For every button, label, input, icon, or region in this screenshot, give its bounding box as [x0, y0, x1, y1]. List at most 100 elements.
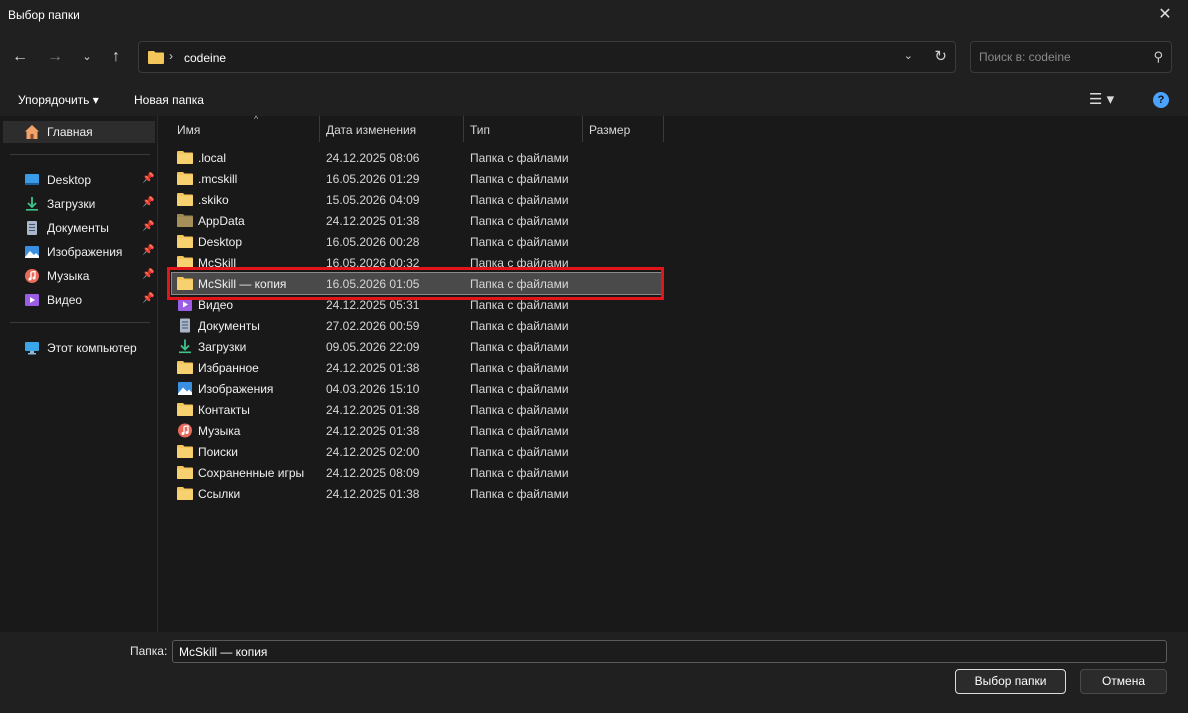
folder-icon — [177, 403, 193, 416]
sidebar-divider — [10, 322, 150, 323]
file-name: Избранное — [198, 361, 259, 375]
sidebar-item-desktop[interactable]: Desktop 📌 — [0, 169, 156, 191]
sidebar-item-label: Документы — [47, 221, 109, 235]
file-row[interactable]: .mcskill 16.05.2026 01:29 Папка с файлами — [172, 168, 661, 189]
search-box[interactable]: ⚲ — [970, 41, 1172, 73]
file-name: Загрузки — [198, 340, 247, 354]
column-header-type[interactable]: Тип — [464, 116, 583, 142]
refresh-icon[interactable]: ↻ — [934, 47, 947, 65]
file-date: 24.12.2025 01:38 — [326, 361, 420, 375]
file-name: Desktop — [198, 235, 243, 249]
dialog-footer: Папка: Выбор папки Отмена — [0, 632, 1188, 713]
column-header-date[interactable]: Дата изменения — [320, 116, 464, 142]
pictures-icon — [178, 382, 192, 395]
sidebar-item-music[interactable]: Музыка 📌 — [0, 265, 156, 287]
folder-icon — [177, 193, 193, 206]
folder-name-input[interactable] — [172, 640, 1167, 663]
file-name: Видео — [198, 298, 234, 312]
file-row[interactable]: Desktop 16.05.2026 00:28 Папка с файлами — [172, 231, 661, 252]
sidebar-item-downloads[interactable]: Загрузки 📌 — [0, 193, 156, 215]
file-date: 24.12.2025 05:31 — [326, 298, 420, 312]
download-icon — [179, 339, 191, 354]
file-name: .mcskill — [198, 172, 238, 186]
help-icon[interactable]: ? — [1153, 92, 1169, 108]
download-icon — [26, 197, 38, 211]
file-row[interactable]: Музыка 24.12.2025 01:38 Папка с файлами — [172, 420, 661, 441]
address-dropdown-icon[interactable]: ⌄ — [904, 49, 913, 62]
file-date: 24.12.2025 01:38 — [326, 403, 420, 417]
sidebar-item-documents[interactable]: Документы 📌 — [0, 217, 156, 239]
folder-icon — [177, 445, 193, 458]
pin-icon[interactable]: 📌 — [142, 293, 154, 304]
file-list: ^ Имя Дата изменения Тип Размер .local 24… — [159, 114, 1188, 632]
pin-icon[interactable]: 📌 — [142, 269, 154, 280]
file-row[interactable]: AppData 24.12.2025 01:38 Папка с файлами — [172, 210, 661, 231]
file-row[interactable]: Изображения 04.03.2026 15:10 Папка с файла… — [172, 378, 661, 399]
file-row[interactable]: Избранное 24.12.2025 01:38 Папка с файлами — [172, 357, 661, 378]
file-type: Папка с файлами — [470, 424, 569, 438]
file-row[interactable]: Сохраненные игры 24.12.2025 08:09 Папка с … — [172, 462, 661, 483]
file-name: Сохраненные игры — [198, 466, 305, 480]
file-name: Документы — [198, 319, 260, 333]
close-icon[interactable]: ✕ — [1154, 4, 1176, 26]
new-folder-button[interactable]: Новая папка — [134, 93, 204, 107]
file-name: .local — [198, 151, 227, 165]
search-icon[interactable]: ⚲ — [1153, 49, 1163, 65]
column-header-name[interactable]: ^ Имя — [171, 114, 320, 142]
file-row[interactable]: Документы 27.02.2026 00:59 Папка с файлами — [172, 315, 661, 336]
file-type: Папка с файлами — [470, 151, 569, 165]
pin-icon[interactable]: 📌 — [142, 197, 154, 208]
file-date: 27.02.2026 00:59 — [326, 319, 420, 333]
breadcrumb-codeine[interactable]: codeine — [184, 51, 226, 65]
sidebar-item-home[interactable]: Главная — [3, 121, 155, 143]
up-arrow-icon[interactable]: ↑ — [104, 45, 128, 69]
video-icon — [25, 294, 39, 306]
file-name: AppData — [198, 214, 245, 228]
file-type: Папка с файлами — [470, 172, 569, 186]
folder-icon — [177, 151, 193, 164]
file-row[interactable]: Поиски 24.12.2025 02:00 Папка с файлами — [172, 441, 661, 462]
breadcrumb-chevron-icon[interactable]: › — [169, 49, 173, 63]
file-row[interactable]: .skiko 15.05.2026 04:09 Папка с файлами — [172, 189, 661, 210]
file-date: 24.12.2025 01:38 — [326, 424, 420, 438]
pin-icon[interactable]: 📌 — [142, 173, 154, 184]
file-row[interactable]: Ссылки 24.12.2025 01:38 Папка с файлами — [172, 483, 661, 504]
file-row[interactable]: .local 24.12.2025 08:06 Папка с файлами — [172, 147, 661, 168]
music-icon — [178, 423, 192, 438]
sidebar-item-label: Изображения — [47, 245, 123, 259]
address-bar[interactable]: › codeine ⌄ ↻ — [138, 41, 956, 73]
sidebar-item-videos[interactable]: Видео 📌 — [0, 289, 156, 311]
sidebar-item-label: Desktop — [47, 173, 92, 187]
column-header-label: Размер — [589, 123, 631, 137]
cancel-button[interactable]: Отмена — [1080, 669, 1167, 694]
file-row[interactable]: Загрузки 09.05.2026 22:09 Папка с файлами — [172, 336, 661, 357]
file-name: Ссылки — [198, 487, 241, 501]
organize-button[interactable]: Упорядочить ▾ — [18, 93, 99, 107]
file-type: Папка с файлами — [470, 445, 569, 459]
sidebar-item-pictures[interactable]: Изображения 📌 — [0, 241, 156, 263]
selection-highlight-annotation — [167, 267, 664, 300]
file-type: Папка с файлами — [470, 466, 569, 480]
select-folder-button[interactable]: Выбор папки — [955, 669, 1066, 694]
pin-icon[interactable]: 📌 — [142, 245, 154, 256]
view-options-icon[interactable]: ☰ ▾ — [1089, 90, 1114, 108]
file-name: Контакты — [198, 403, 250, 417]
forward-arrow-icon[interactable]: → — [43, 45, 67, 69]
navigation-pane: Главная Desktop 📌 Загрузки 📌 Документы 📌… — [0, 116, 158, 632]
file-date: 24.12.2025 01:38 — [326, 214, 420, 228]
file-type: Папка с файлами — [470, 214, 569, 228]
search-input[interactable] — [979, 49, 1139, 65]
file-date: 24.12.2025 08:06 — [326, 151, 420, 165]
file-date: 24.12.2025 08:09 — [326, 466, 420, 480]
desktop-icon — [25, 174, 39, 185]
file-row[interactable]: Контакты 24.12.2025 01:38 Папка с файлами — [172, 399, 661, 420]
pin-icon[interactable]: 📌 — [142, 221, 154, 232]
recent-locations-chevron-icon[interactable]: ⌄ — [75, 45, 99, 69]
back-arrow-icon[interactable]: ← — [8, 45, 32, 69]
sidebar-item-label: Этот компьютер — [47, 341, 137, 355]
file-date: 04.03.2026 15:10 — [326, 382, 420, 396]
folder-label: Папка: — [130, 644, 168, 658]
column-divider[interactable] — [663, 116, 664, 142]
column-header-size[interactable]: Размер — [583, 116, 664, 142]
sidebar-item-this-pc[interactable]: Этот компьютер — [0, 337, 156, 359]
